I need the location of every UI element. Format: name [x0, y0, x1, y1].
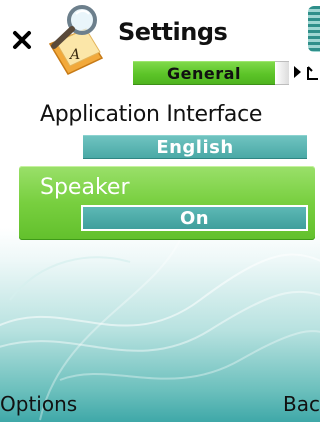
- tab-next-edge: [275, 61, 289, 85]
- settings-app-icon: A: [48, 5, 104, 75]
- tab-general-label: General: [167, 63, 241, 83]
- back-softkey[interactable]: Bacl: [283, 392, 320, 416]
- settings-screen: A Settings General Application Interface…: [0, 0, 320, 422]
- setting-value-text: On: [179, 207, 210, 229]
- page-title: Settings: [118, 18, 228, 46]
- setting-value-text: English: [156, 136, 234, 158]
- options-softkey[interactable]: Options: [0, 392, 77, 416]
- svg-text:A: A: [68, 47, 80, 63]
- setting-label-speaker: Speaker: [40, 175, 130, 200]
- setting-label-application-interface: Application Interface: [40, 102, 263, 127]
- chevron-right-icon[interactable]: [294, 66, 301, 78]
- scroll-edge-decoration: [308, 6, 320, 52]
- softkey-bar: Options Bacl: [0, 388, 320, 422]
- title-bar: A Settings General: [0, 0, 320, 96]
- close-icon[interactable]: [12, 30, 32, 50]
- tab-general[interactable]: General: [133, 61, 275, 85]
- setting-value-speaker[interactable]: On: [81, 205, 308, 231]
- next-tab-hint: [306, 61, 320, 85]
- setting-value-application-interface[interactable]: English: [83, 135, 307, 159]
